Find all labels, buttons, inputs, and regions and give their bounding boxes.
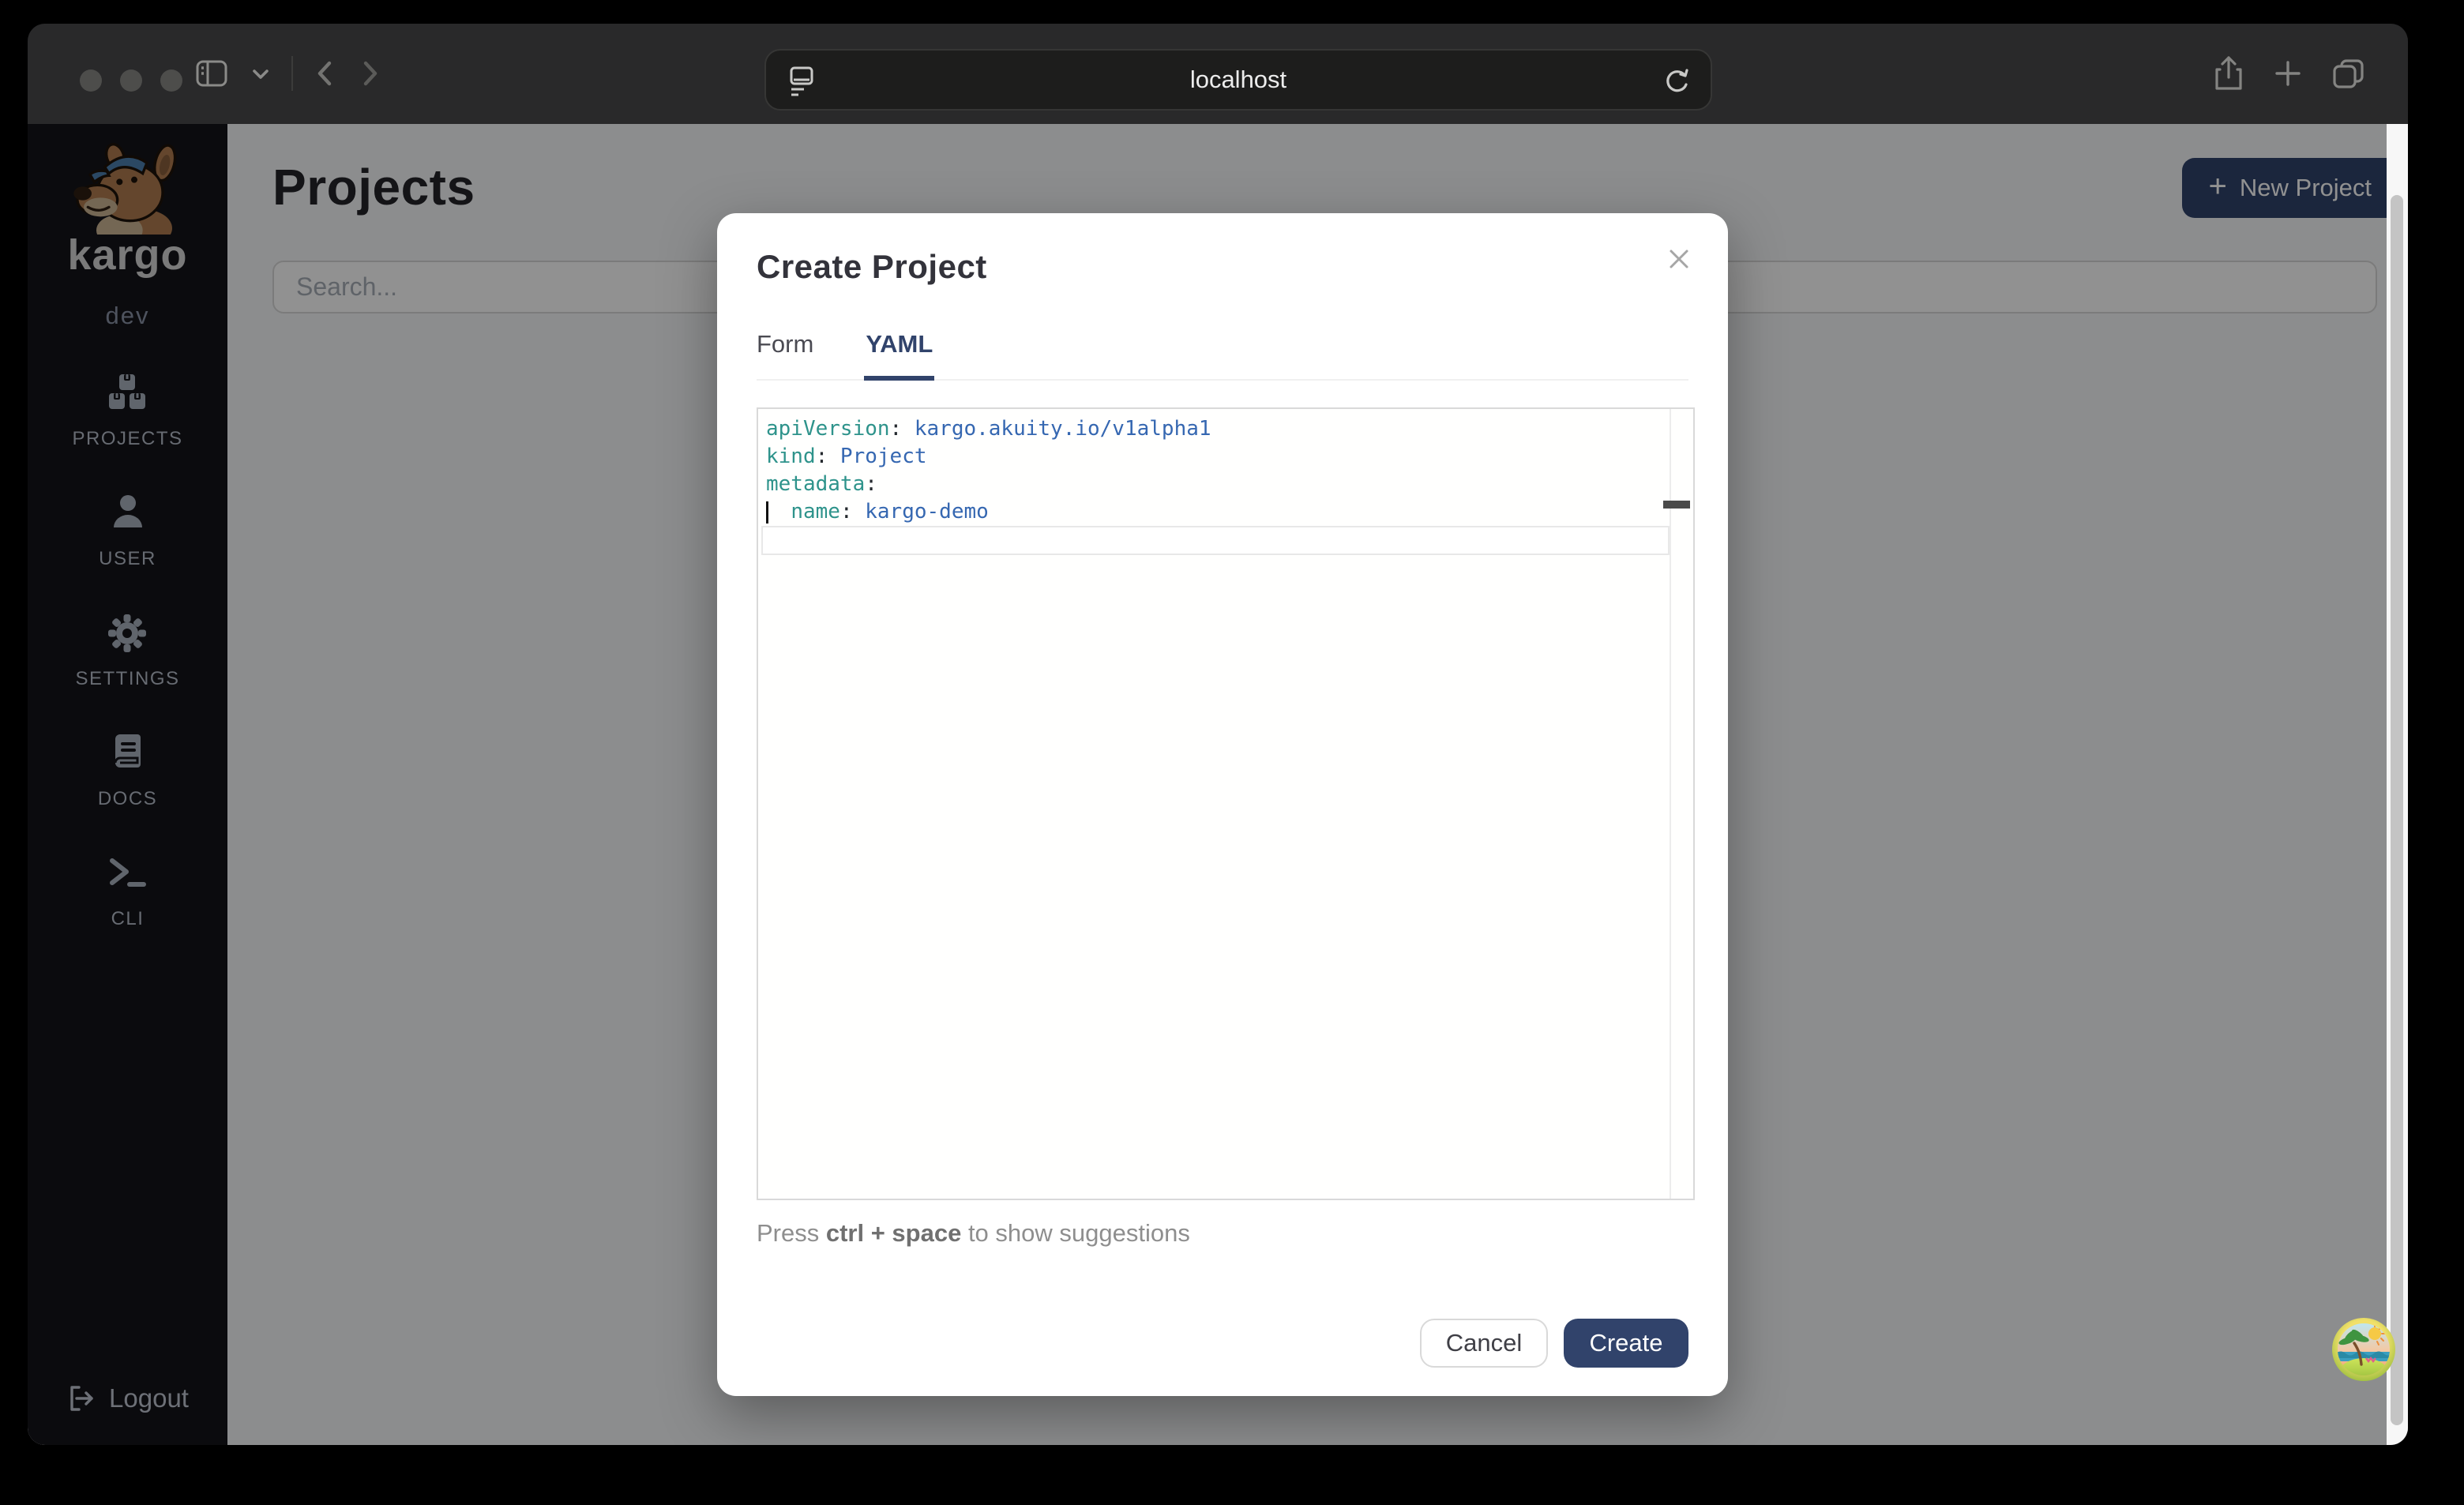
yaml-code[interactable]: apiVersion: kargo.akuity.io/v1alpha1kind…	[758, 409, 1693, 526]
tab-form[interactable]: Form	[757, 330, 813, 379]
create-project-modal: Create Project Form YAML apiVersion: kar…	[717, 213, 1728, 1396]
hint-suffix: to show suggestions	[961, 1219, 1190, 1247]
new-tab-icon[interactable]	[2271, 56, 2305, 91]
modal-tabs: Form YAML	[757, 330, 1688, 381]
sidebar-toggle-icon[interactable]	[193, 55, 230, 92]
tab-yaml[interactable]: YAML	[866, 330, 933, 379]
zoom-window-icon[interactable]	[160, 69, 182, 92]
url-bar[interactable]: localhost	[764, 49, 1712, 111]
traffic-lights	[80, 69, 182, 92]
minimize-window-icon[interactable]	[120, 69, 142, 92]
chevron-down-icon[interactable]	[250, 55, 271, 92]
editor-hint: Press ctrl + space to show suggestions	[757, 1219, 1688, 1248]
create-button[interactable]: Create	[1564, 1319, 1688, 1368]
close-icon[interactable]	[1662, 242, 1696, 276]
island-icon	[2331, 1317, 2396, 1382]
chrome-nav	[193, 55, 381, 92]
editor-gutter-line	[1670, 409, 1671, 1199]
yaml-editor[interactable]: apiVersion: kargo.akuity.io/v1alpha1kind…	[757, 407, 1695, 1200]
chrome-separator	[291, 56, 293, 91]
hint-shortcut: ctrl + space	[826, 1219, 961, 1247]
chrome-actions	[2210, 54, 2368, 93]
browser-window: localhost	[28, 24, 2408, 1445]
modal-actions: Cancel Create	[1420, 1319, 1688, 1368]
editor-ruler-marker	[1663, 501, 1690, 509]
modal-title: Create Project	[757, 213, 1688, 286]
reload-icon[interactable]	[1660, 65, 1693, 98]
page-settings-icon[interactable]	[787, 63, 818, 99]
active-line-highlight	[761, 526, 1670, 555]
hint-prefix: Press	[757, 1219, 826, 1247]
close-window-icon[interactable]	[80, 69, 102, 92]
forward-icon[interactable]	[358, 55, 381, 92]
scrollbar-track[interactable]	[2387, 124, 2408, 1445]
scrollbar-thumb[interactable]	[2391, 195, 2403, 1425]
island-widget-button[interactable]	[2331, 1317, 2396, 1382]
desktop: localhost	[0, 0, 2464, 1505]
browser-chrome: localhost	[28, 24, 2408, 124]
page-body: kargo dev PROJECTS USER	[28, 124, 2408, 1445]
back-icon[interactable]	[314, 55, 337, 92]
url-text[interactable]: localhost	[1190, 66, 1286, 94]
share-icon[interactable]	[2210, 54, 2247, 93]
cancel-button[interactable]: Cancel	[1420, 1319, 1548, 1368]
tab-overview-icon[interactable]	[2329, 54, 2368, 92]
